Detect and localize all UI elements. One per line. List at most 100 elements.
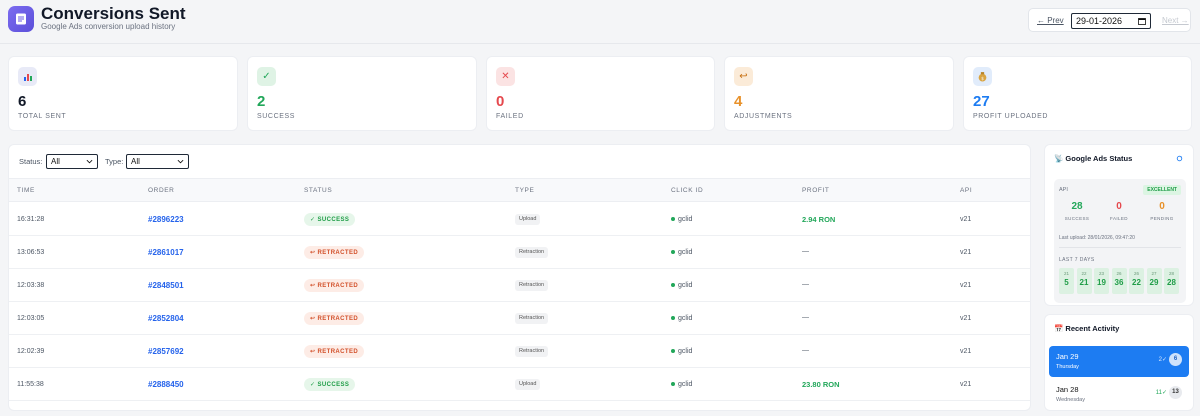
type-tag: Retraction [515, 247, 549, 258]
table-row[interactable]: 13:06:53 #2861017 ↩ RETRACTED Retraction gcl… [9, 236, 1030, 269]
api-failed-count: 0 [1116, 201, 1122, 212]
activity-day-item[interactable]: Jan 29 Thursday 2✓ 6 [1049, 346, 1189, 377]
api-pending-count: 0 [1159, 201, 1165, 212]
day-stat-cell: 28 28 [1164, 268, 1179, 294]
day-stat-cell: 26 22 [1129, 268, 1144, 294]
status-badge: ↩ RETRACTED [304, 312, 365, 325]
profit-cell: — [802, 281, 809, 288]
api-version-cell: v21 [960, 282, 972, 289]
time-cell: 12:03:05 [17, 315, 45, 322]
order-link[interactable]: #2861017 [148, 248, 184, 257]
money-bag-icon: $ [973, 67, 992, 86]
click-id-value: gclid [678, 315, 693, 322]
api-version-cell: v21 [960, 216, 972, 223]
table-row[interactable]: 11:55:38 #2888450 ✓ SUCCESS Upload gclid 23.8… [9, 368, 1030, 401]
day-number: 26 [1133, 271, 1139, 276]
column-header-time[interactable]: TIME [17, 187, 35, 194]
chart-icon [18, 67, 37, 86]
day-count: 29 [1149, 278, 1159, 287]
stat-value: 27 [973, 93, 990, 110]
api-success-label: SUCCESS [1064, 216, 1090, 221]
calendar-icon[interactable] [1138, 17, 1146, 25]
day-number: 21 [1063, 271, 1069, 276]
document-icon [8, 6, 34, 32]
recent-activity-card: 📅 Recent Activity Jan 29 Thursday 2✓ 6 Jan 2… [1044, 314, 1194, 411]
status-filter-label: Status: [19, 157, 43, 166]
table-row[interactable]: 16:31:28 #2896223 ✓ SUCCESS Upload gclid 2.94… [9, 203, 1030, 236]
click-id-value: gclid [678, 381, 693, 388]
activity-date: Jan 28 [1056, 385, 1079, 394]
api-version-cell: v21 [960, 381, 972, 388]
stat-label: TOTAL SENT [18, 113, 67, 120]
order-link[interactable]: #2852804 [148, 314, 184, 323]
column-header-click-id[interactable]: CLICK ID [671, 187, 703, 194]
column-header-type[interactable]: TYPE [515, 187, 534, 194]
click-id-cell: gclid [671, 348, 692, 355]
click-id-value: gclid [678, 249, 693, 256]
click-id-cell: gclid [671, 249, 692, 256]
order-link[interactable]: #2888450 [148, 380, 184, 389]
column-header-profit[interactable]: PROFIT [802, 187, 829, 194]
status-dot-icon [671, 349, 675, 354]
status-badge: ↩ RETRACTED [304, 279, 365, 292]
status-filter-select[interactable]: All [46, 154, 98, 169]
profit-cell: 2.94 RON [802, 215, 836, 224]
date-picker-input[interactable]: 29-01-2026 [1071, 13, 1151, 29]
stat-label: SUCCESS [257, 113, 296, 120]
type-tag: Upload [515, 379, 541, 390]
api-pending-label: PENDING [1150, 216, 1174, 221]
type-filter-select[interactable]: All [126, 154, 189, 169]
activity-total-badge: 13 [1169, 386, 1182, 399]
prev-day-link[interactable]: ← Prev [1037, 16, 1064, 25]
type-filter-value: All [131, 157, 140, 166]
api-health-badge: EXCELLENT [1143, 185, 1181, 195]
chevron-down-icon [86, 159, 93, 164]
refresh-icon[interactable] [1176, 155, 1183, 162]
day-number: 26 [1116, 271, 1122, 276]
activity-day-item[interactable]: Jan 28 Wednesday 11✓ 13 [1049, 379, 1189, 410]
api-failed-label: FAILED [1110, 216, 1128, 221]
day-count: 5 [1064, 278, 1069, 287]
google-ads-status-card: 📡 Google Ads Status API EXCELLENT 28 SUC… [1044, 144, 1194, 306]
column-header-order[interactable]: ORDER [148, 187, 174, 194]
stat-card-adjustments: ↩ 4 ADJUSTMENTS [724, 56, 954, 131]
order-link[interactable]: #2896223 [148, 215, 184, 224]
stat-label: PROFIT UPLOADED [973, 113, 1048, 120]
column-header-api[interactable]: API [960, 187, 972, 194]
day-stat-cell: 23 19 [1094, 268, 1109, 294]
order-link[interactable]: #2857692 [148, 347, 184, 356]
table-row[interactable]: 12:03:05 #2852804 ↩ RETRACTED Retraction gcl… [9, 302, 1030, 335]
api-version-cell: v21 [960, 348, 972, 355]
activity-weekday: Thursday [1056, 364, 1079, 370]
stat-value: 4 [734, 93, 743, 110]
api-version-cell: v21 [960, 249, 972, 256]
stat-card-success: ✓ 2 SUCCESS [247, 56, 477, 131]
column-header-status[interactable]: STATUS [304, 187, 332, 194]
type-tag: Upload [515, 214, 541, 225]
stat-value: 2 [257, 93, 266, 110]
conversions-table-card: Status: All Type: All TIME ORDER STATUS … [8, 144, 1031, 411]
api-version-cell: v21 [960, 315, 972, 322]
order-link[interactable]: #2848501 [148, 281, 184, 290]
table-row[interactable]: 12:03:38 #2848501 ↩ RETRACTED Retraction gcl… [9, 269, 1030, 302]
day-count: 22 [1132, 278, 1141, 287]
activity-success-count: 11✓ [1155, 390, 1167, 396]
stat-card-profit: $ 27 PROFIT UPLOADED [963, 56, 1192, 131]
day-count: 36 [1114, 278, 1124, 287]
day-stat-cell: 26 36 [1111, 268, 1127, 294]
next-day-link[interactable]: Next → [1162, 16, 1189, 25]
table-row[interactable]: 12:02:39 #2857692 ↩ RETRACTED Retraction gcl… [9, 335, 1030, 368]
activity-date: Jan 29 [1056, 352, 1079, 361]
ads-status-title: 📡 Google Ads Status [1054, 154, 1133, 163]
stat-value: 0 [496, 93, 505, 110]
type-tag: Retraction [515, 313, 549, 324]
time-cell: 12:03:38 [17, 282, 45, 289]
date-navigation: ← Prev 29-01-2026 Next → [1028, 8, 1191, 32]
status-dot-icon [671, 316, 675, 321]
profit-cell: 23.80 RON [802, 380, 840, 389]
divider [1059, 247, 1181, 248]
click-id-cell: gclid [671, 216, 692, 223]
status-dot-icon [671, 382, 675, 387]
x-icon: ✕ [496, 67, 515, 86]
click-id-value: gclid [678, 348, 693, 355]
